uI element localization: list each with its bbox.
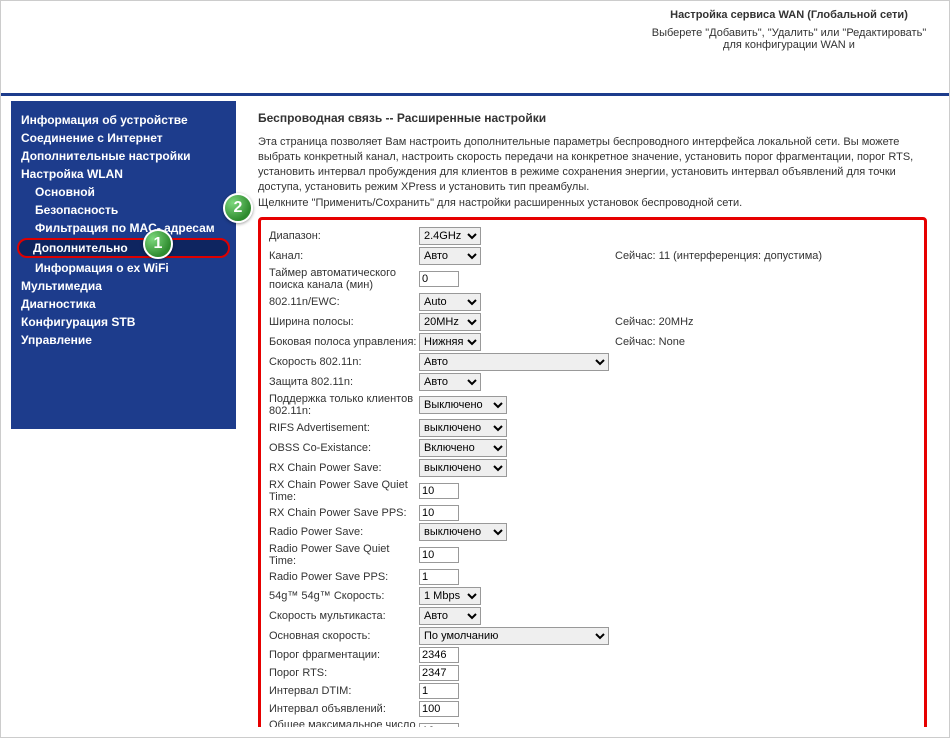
radio-ps-label: Radio Power Save: xyxy=(269,526,419,538)
beacon-input[interactable] xyxy=(419,701,459,717)
autoscan-label: Таймер автоматического поиска канала (ми… xyxy=(269,267,419,291)
rxchain-pps-label: RX Chain Power Save PPS: xyxy=(269,507,419,519)
rxchain-select[interactable]: выключено xyxy=(419,459,507,477)
sidebar-item-wlan-basic[interactable]: Основной xyxy=(11,183,236,201)
settings-panel: Диапазон:2.4GHz Канал:АвтоСейчас: 11 (ин… xyxy=(258,217,927,727)
radio-pps-label: Radio Power Save PPS: xyxy=(269,571,419,583)
dtim-label: Интервал DTIM: xyxy=(269,685,419,697)
sideband-info: Сейчас: None xyxy=(609,336,916,348)
sideband-label: Боковая полоса управления: xyxy=(269,336,419,348)
channel-label: Канал: xyxy=(269,250,419,262)
sidebar-item-wlan[interactable]: Настройка WLAN xyxy=(11,165,236,183)
sidebar: Информация об устройстве Соединение с Ин… xyxy=(11,101,236,429)
sidebar-item-internet[interactable]: Соединение с Интернет xyxy=(11,129,236,147)
dtim-input[interactable] xyxy=(419,683,459,699)
annotation-badge-2: 2 xyxy=(223,193,253,223)
channel-select[interactable]: Авто xyxy=(419,247,481,265)
sidebar-item-diagnostics[interactable]: Диагностика xyxy=(11,295,236,313)
obss-label: OBSS Co-Existance: xyxy=(269,442,419,454)
basic-rate-select[interactable]: По умолчанию xyxy=(419,627,609,645)
sidebar-item-advanced[interactable]: Дополнительные настройки xyxy=(11,147,236,165)
g54-label: 54g™ 54g™ Скорость: xyxy=(269,590,419,602)
rifs-select[interactable]: выключено xyxy=(419,419,507,437)
autoscan-input[interactable] xyxy=(419,271,459,287)
main-content: Беспроводная связь -- Расширенные настро… xyxy=(246,101,939,727)
header-info: Настройка сервиса WAN (Глобальной сети) … xyxy=(629,1,949,59)
protection-n-label: Защита 802.11n: xyxy=(269,376,419,388)
ewc-label: 802.11n/EWC: xyxy=(269,296,419,308)
multicast-label: Скорость мультикаста: xyxy=(269,610,419,622)
maxclients-input[interactable] xyxy=(419,723,459,727)
radio-pps-input[interactable] xyxy=(419,569,459,585)
sidebar-item-wlan-macfilter[interactable]: Фильтрация по MAC- адресам xyxy=(11,219,236,237)
sidebar-item-wlan-advanced[interactable]: Дополнительно xyxy=(17,238,230,258)
g54-select[interactable]: 1 Mbps xyxy=(419,587,481,605)
band-select[interactable]: 2.4GHz xyxy=(419,227,481,245)
rxchain-qt-label: RX Chain Power Save Quiet Time: xyxy=(269,479,419,503)
beacon-label: Интервал объявлений: xyxy=(269,703,419,715)
rxchain-qt-input[interactable] xyxy=(419,483,459,499)
sidebar-item-multimedia[interactable]: Мультимедиа xyxy=(11,277,236,295)
divider xyxy=(1,93,949,96)
band-label: Диапазон: xyxy=(269,230,419,242)
rate-n-label: Скорость 802.11n: xyxy=(269,356,419,368)
clients-n-select[interactable]: Выключено xyxy=(419,396,507,414)
ewc-select[interactable]: Auto xyxy=(419,293,481,311)
multicast-select[interactable]: Авто xyxy=(419,607,481,625)
header-title: Настройка сервиса WAN (Глобальной сети) xyxy=(649,9,929,21)
rts-input[interactable] xyxy=(419,665,459,681)
frag-label: Порог фрагментации: xyxy=(269,649,419,661)
clients-n-label: Поддержка только клиентов 802.11n: xyxy=(269,393,419,417)
sidebar-item-management[interactable]: Управление xyxy=(11,331,236,349)
sideband-select[interactable]: Нижняя xyxy=(419,333,481,351)
bandwidth-info: Сейчас: 20MHz xyxy=(609,316,916,328)
header-subtitle: Выберете "Добавить", "Удалить" или "Реда… xyxy=(649,27,929,51)
protection-n-select[interactable]: Авто xyxy=(419,373,481,391)
rts-label: Порог RTS: xyxy=(269,667,419,679)
page-title: Беспроводная связь -- Расширенные настро… xyxy=(258,111,927,125)
sidebar-item-stb[interactable]: Конфигурация STB xyxy=(11,313,236,331)
annotation-badge-1: 1 xyxy=(143,229,173,259)
rxchain-pps-input[interactable] xyxy=(419,505,459,521)
radio-ps-select[interactable]: выключено xyxy=(419,523,507,541)
frag-input[interactable] xyxy=(419,647,459,663)
rate-n-select[interactable]: Авто xyxy=(419,353,609,371)
sidebar-item-wlan-security[interactable]: Безопасность xyxy=(11,201,236,219)
rifs-label: RIFS Advertisement: xyxy=(269,422,419,434)
bandwidth-select[interactable]: 20MHz xyxy=(419,313,481,331)
channel-info: Сейчас: 11 (интерференция: допустима) xyxy=(609,250,916,262)
basic-rate-label: Основная скорость: xyxy=(269,630,419,642)
sidebar-item-devinfo[interactable]: Информация об устройстве xyxy=(11,111,236,129)
radio-qt-label: Radio Power Save Quiet Time: xyxy=(269,543,419,567)
page-desc-2: Щелкните "Применить/Сохранить" для настр… xyxy=(258,196,927,211)
radio-qt-input[interactable] xyxy=(419,547,459,563)
page-desc-1: Эта страница позволяет Вам настроить доп… xyxy=(258,135,927,194)
maxclients-label: Общее максимальное число клиентов: xyxy=(269,719,419,727)
bandwidth-label: Ширина полосы: xyxy=(269,316,419,328)
sidebar-item-wlan-info[interactable]: Информация о ex WiFi xyxy=(11,259,236,277)
rxchain-label: RX Chain Power Save: xyxy=(269,462,419,474)
obss-select[interactable]: Включено xyxy=(419,439,507,457)
